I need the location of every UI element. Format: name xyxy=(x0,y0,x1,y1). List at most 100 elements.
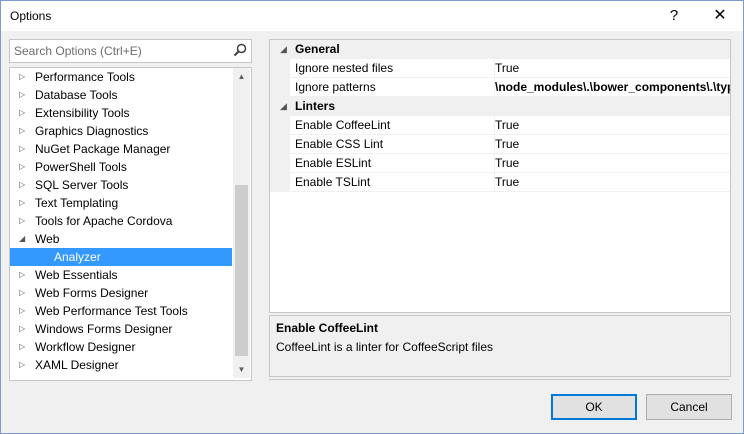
window-title: Options xyxy=(10,9,52,23)
tree-item-label: Tools for Apache Cordova xyxy=(35,214,173,228)
close-button[interactable]: ✕ xyxy=(697,1,743,31)
collapsed-arrow-icon[interactable]: ▷ xyxy=(19,284,29,302)
tree-item-label: Web xyxy=(35,232,60,246)
tree-item[interactable]: ▷ Web Forms Designer xyxy=(10,284,232,302)
property-value[interactable]: True xyxy=(495,59,730,78)
search-placeholder: Search Options (Ctrl+E) xyxy=(14,44,142,58)
tree-item[interactable]: Analyzer xyxy=(10,248,232,266)
tree-item-label: PowerShell Tools xyxy=(35,160,127,174)
tree-item[interactable]: ◢ Web xyxy=(10,230,232,248)
collapsed-arrow-icon[interactable]: ▷ xyxy=(19,176,29,194)
tree-item[interactable]: ▷ Database Tools xyxy=(10,86,232,104)
options-dialog: Options ? ✕ Search Options (Ctrl+E) ▷ Per… xyxy=(0,0,744,434)
tree-item[interactable]: ▷ Web Essentials xyxy=(10,266,232,284)
expanded-arrow-icon[interactable]: ◢ xyxy=(280,40,290,58)
ok-button[interactable]: OK xyxy=(551,394,637,420)
tree-list: ▷ Performance Tools ▷ Database Tools ▷ Extens… xyxy=(10,68,232,374)
collapsed-arrow-icon[interactable]: ▷ xyxy=(19,140,29,158)
tree-item[interactable]: ▷ NuGet Package Manager xyxy=(10,140,232,158)
collapsed-arrow-icon[interactable]: ▷ xyxy=(19,68,29,86)
property-value[interactable]: True xyxy=(495,154,730,173)
tree-item-label: Extensibility Tools xyxy=(35,106,130,120)
collapsed-arrow-icon[interactable]: ▷ xyxy=(19,338,29,356)
tree-item-label: NuGet Package Manager xyxy=(35,142,171,156)
description-title: Enable CoffeeLint xyxy=(276,321,379,335)
property-name: Enable TSLint xyxy=(290,173,495,192)
row-gutter xyxy=(270,135,290,154)
tree-item[interactable]: ▷ Text Templating xyxy=(10,194,232,212)
collapsed-arrow-icon[interactable]: ▷ xyxy=(19,320,29,338)
tree-item[interactable]: ▷ Graphics Diagnostics xyxy=(10,122,232,140)
scroll-down-arrow-icon[interactable]: ▼ xyxy=(233,361,250,378)
tree-item-label: Graphics Diagnostics xyxy=(35,124,149,138)
tree-item[interactable]: ▷ PowerShell Tools xyxy=(10,158,232,176)
tree-item[interactable]: ▷ Performance Tools xyxy=(10,68,232,86)
collapsed-arrow-icon[interactable]: ▷ xyxy=(19,86,29,104)
tree-item-label: Text Templating xyxy=(35,196,119,210)
row-gutter xyxy=(270,78,290,97)
property-row[interactable]: Enable CoffeeLint True xyxy=(270,116,730,135)
property-value[interactable]: True xyxy=(495,135,730,154)
tree-item[interactable]: ▷ Tools for Apache Cordova xyxy=(10,212,232,230)
scroll-up-arrow-icon[interactable]: ▲ xyxy=(233,68,250,85)
tree-item[interactable]: ▷ XAML Designer xyxy=(10,356,232,374)
tree-item[interactable]: ▷ Extensibility Tools xyxy=(10,104,232,122)
property-grid: ◢ General Ignore nested files True Ignore pa… xyxy=(269,39,731,313)
category-row[interactable]: ◢ General xyxy=(270,40,730,59)
expanded-arrow-icon[interactable]: ◢ xyxy=(280,97,290,115)
property-row[interactable]: Ignore patterns \node_modules\.\bower_com… xyxy=(270,78,730,97)
help-button[interactable]: ? xyxy=(651,1,697,31)
row-gutter xyxy=(270,59,290,78)
tree-item-label: Web Essentials xyxy=(35,268,118,282)
collapsed-arrow-icon[interactable]: ▷ xyxy=(19,122,29,140)
expanded-arrow-icon[interactable]: ◢ xyxy=(19,230,29,248)
property-value[interactable]: True xyxy=(495,116,730,135)
collapsed-arrow-icon[interactable]: ▷ xyxy=(19,104,29,122)
tree-item-label: Windows Forms Designer xyxy=(35,322,173,336)
property-row[interactable]: Enable TSLint True xyxy=(270,173,730,192)
property-name: Enable CSS Lint xyxy=(290,135,495,154)
tree-scrollbar[interactable]: ▲ ▼ xyxy=(233,68,250,378)
collapsed-arrow-icon[interactable]: ▷ xyxy=(19,158,29,176)
row-gutter xyxy=(270,116,290,135)
cancel-button[interactable]: Cancel xyxy=(646,394,732,420)
tree-item-label: Web Forms Designer xyxy=(35,286,149,300)
scrollbar-thumb[interactable] xyxy=(235,185,248,356)
collapsed-arrow-icon[interactable]: ▷ xyxy=(19,302,29,320)
search-icon[interactable] xyxy=(233,43,247,57)
tree-item-label: XAML Designer xyxy=(35,358,119,372)
options-navigation: Search Options (Ctrl+E) ▷ Performance Too… xyxy=(9,39,252,381)
property-name: Ignore patterns xyxy=(290,78,495,97)
row-gutter xyxy=(270,154,290,173)
search-input[interactable]: Search Options (Ctrl+E) xyxy=(9,39,252,63)
collapsed-arrow-icon[interactable]: ▷ xyxy=(19,194,29,212)
category-label: General xyxy=(295,42,340,56)
tree-item-label: Workflow Designer xyxy=(35,340,136,354)
property-row[interactable]: Enable CSS Lint True xyxy=(270,135,730,154)
tree-item-label: SQL Server Tools xyxy=(35,178,129,192)
tree-item[interactable]: ▷ Web Performance Test Tools xyxy=(10,302,232,320)
tree-item-label: Database Tools xyxy=(35,88,118,102)
property-value[interactable]: True xyxy=(495,173,730,192)
row-gutter xyxy=(270,173,290,192)
tree-item[interactable]: ▷ Windows Forms Designer xyxy=(10,320,232,338)
property-row[interactable]: Enable ESLint True xyxy=(270,154,730,173)
collapsed-arrow-icon[interactable]: ▷ xyxy=(19,356,29,374)
tree-item[interactable]: ▷ Workflow Designer xyxy=(10,338,232,356)
property-value[interactable]: \node_modules\.\bower_components\.\typ xyxy=(495,78,730,97)
category-row[interactable]: ◢ Linters xyxy=(270,97,730,116)
collapsed-arrow-icon[interactable]: ▷ xyxy=(19,266,29,284)
tree-item[interactable]: ▷ SQL Server Tools xyxy=(10,176,232,194)
category-label: Linters xyxy=(295,99,336,113)
description-panel: Enable CoffeeLint CoffeeLint is a linter… xyxy=(269,315,731,377)
property-name: Enable ESLint xyxy=(290,154,495,173)
tree-item-label: Web Performance Test Tools xyxy=(35,304,188,318)
divider xyxy=(269,379,729,380)
property-row[interactable]: Ignore nested files True xyxy=(270,59,730,78)
tree-item-label: Performance Tools xyxy=(35,70,135,84)
options-tree: ▷ Performance Tools ▷ Database Tools ▷ Extens… xyxy=(9,67,252,381)
title-bar: Options ? ✕ xyxy=(1,1,743,31)
tree-item-label: Analyzer xyxy=(54,250,101,264)
collapsed-arrow-icon[interactable]: ▷ xyxy=(19,212,29,230)
property-name: Ignore nested files xyxy=(290,59,495,78)
